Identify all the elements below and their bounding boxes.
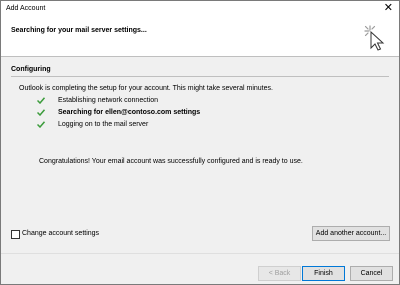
- step-label: Establishing network connection: [58, 97, 159, 104]
- check-icon: [37, 97, 45, 104]
- success-message: Congratulations! Your email account was …: [39, 158, 303, 165]
- intro-text: Outlook is completing the setup for your…: [19, 85, 273, 92]
- section-divider: [11, 76, 389, 77]
- back-button[interactable]: < Back: [258, 266, 301, 281]
- change-settings-checkbox[interactable]: [11, 230, 20, 239]
- add-another-account-button[interactable]: Add another account...: [312, 226, 390, 241]
- dialog-header: Searching for your mail server settings.…: [1, 16, 399, 57]
- button-bar: < Back Finish Cancel: [1, 253, 399, 284]
- step-label: Logging on to the mail server: [58, 121, 149, 128]
- searching-cursor-icon: [364, 25, 385, 51]
- page-title: Searching for your mail server settings.…: [11, 27, 147, 34]
- content-area: Configuring Outlook is completing the se…: [1, 57, 399, 253]
- step-label: Searching for ellen@contoso.com settings: [58, 109, 201, 116]
- close-icon[interactable]: ✕: [384, 2, 393, 14]
- window-title: Add Account: [6, 5, 46, 12]
- title-bar: Add Account ✕: [1, 1, 399, 16]
- check-icon: [37, 121, 45, 128]
- add-account-dialog: Add Account ✕ Searching for your mail se…: [0, 0, 400, 285]
- change-settings-label[interactable]: Change account settings: [22, 230, 99, 237]
- section-title: Configuring: [11, 66, 51, 73]
- finish-button[interactable]: Finish: [302, 266, 345, 281]
- check-icon: [37, 109, 45, 116]
- cancel-button[interactable]: Cancel: [350, 266, 393, 281]
